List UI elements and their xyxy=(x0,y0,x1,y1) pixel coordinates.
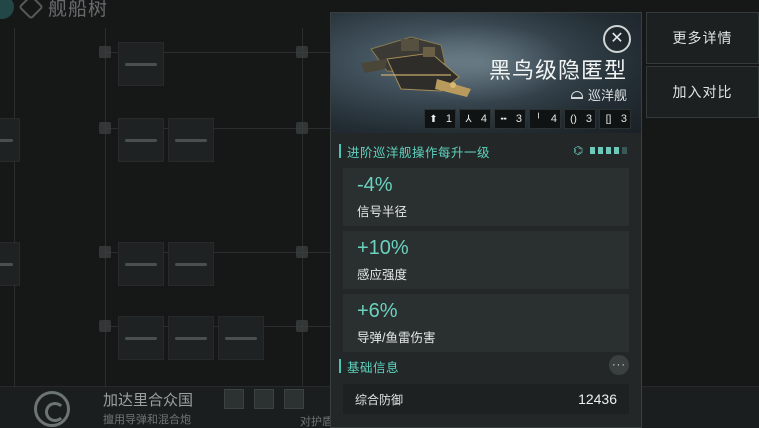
bonus-card: +6% 导弹/鱼雷伤害 xyxy=(343,294,629,352)
tree-column-line xyxy=(14,28,15,388)
ship-render-image xyxy=(361,36,471,97)
tree-node-icon xyxy=(296,320,308,332)
ship-tree-card[interactable] xyxy=(168,118,214,162)
rig-slot-icon: [] xyxy=(605,113,612,125)
bonus-label: 导弹/鱼雷伤害 xyxy=(357,331,436,345)
tree-node-icon xyxy=(99,246,111,258)
ship-detail-panel: ✕ 黑鸟级隐匿型 巡洋舰 ⬆ 1 ⅄ 4 ╍ 3 ╵ 4() 3[] 3 进阶巡洋舰操作每升一级 … xyxy=(330,12,642,428)
section-accent-bar xyxy=(339,144,341,158)
fitting-slots: ⬆ 1 ⅄ 4 ╍ 3 ╵ 4() 3[] 3 xyxy=(424,109,631,129)
ship-tree-card[interactable] xyxy=(118,242,164,286)
faction-trait-icon xyxy=(284,389,304,409)
ship-tree-card[interactable] xyxy=(118,316,164,360)
high-slot-icon: ╍ xyxy=(500,113,507,125)
slot-count: 4 xyxy=(550,113,557,125)
more-options-button[interactable]: ··· xyxy=(609,355,629,375)
cruiser-class-icon xyxy=(570,90,583,99)
fitting-slot: () 3 xyxy=(564,109,596,129)
fitting-slot: ⅄ 4 xyxy=(459,109,491,129)
ship-tree-card[interactable] xyxy=(0,242,20,286)
basic-info-title: 基础信息 xyxy=(347,360,400,375)
ship-name: 黑鸟级隐匿型 xyxy=(488,58,627,83)
skill-level-pip xyxy=(590,147,595,154)
fitting-slot: ╍ 3 xyxy=(494,109,526,129)
ship-tree-card[interactable] xyxy=(118,42,164,86)
tree-node-icon xyxy=(99,320,111,332)
info-row-label: 综合防御 xyxy=(355,392,404,407)
skill-bonus-header: 进阶巡洋舰操作每升一级 ⌬ xyxy=(339,140,633,162)
ship-tree-card[interactable] xyxy=(168,242,214,286)
bonus-value: +6% xyxy=(357,300,398,322)
slot-count: 3 xyxy=(620,113,627,125)
skill-bonus-title: 进阶巡洋舰操作每升一级 xyxy=(347,145,491,160)
fitting-slot: [] 3 xyxy=(599,109,631,129)
faction-trait-icon xyxy=(254,389,274,409)
bonus-card: +10% 感应强度 xyxy=(343,231,629,289)
ship-tree-card[interactable] xyxy=(0,118,20,162)
launcher-icon: ⅄ xyxy=(465,113,472,125)
add-to-compare-button[interactable]: 加入对比 xyxy=(646,66,759,118)
low-slot-icon: () xyxy=(570,113,577,125)
ship-tree-card[interactable] xyxy=(218,316,264,360)
bonus-label: 信号半径 xyxy=(357,205,408,219)
close-button[interactable]: ✕ xyxy=(603,25,631,53)
info-row-defense: 综合防御 12436 xyxy=(343,384,629,414)
info-row-value: 12436 xyxy=(578,391,617,407)
ship-class: 巡洋舰 xyxy=(570,85,627,104)
tree-column-line xyxy=(105,28,106,388)
slot-count: 3 xyxy=(515,113,522,125)
faction-name: 加达里合众国 xyxy=(103,392,194,409)
close-icon: ✕ xyxy=(610,30,624,47)
bonus-value: +10% xyxy=(357,237,409,259)
tree-node-icon xyxy=(296,122,308,134)
ship-class-label: 巡洋舰 xyxy=(587,88,627,103)
bonus-label: 感应强度 xyxy=(357,268,408,282)
bonus-card: -4% 信号半径 xyxy=(343,168,629,226)
page-title: 舰船树 xyxy=(48,0,109,20)
faction-description: 擅用导弹和混合炮 xyxy=(103,414,191,426)
tree-node-icon xyxy=(296,46,308,58)
turret-icon: ⬆ xyxy=(429,113,438,125)
slot-count: 3 xyxy=(585,113,592,125)
skill-icon: ⌬ xyxy=(573,145,583,157)
ship-tree-card[interactable] xyxy=(168,316,214,360)
skill-level-pip xyxy=(622,147,627,154)
fitting-slot: ⬆ 1 xyxy=(424,109,456,129)
tree-node-icon xyxy=(296,246,308,258)
more-details-button[interactable]: 更多详情 xyxy=(646,12,759,64)
skill-level-pip xyxy=(606,147,611,154)
ship-tree-card[interactable] xyxy=(118,118,164,162)
ship-tree-icon xyxy=(18,0,44,20)
page-header: 舰船树 xyxy=(0,0,108,20)
tree-node-icon xyxy=(99,46,111,58)
fitting-slot: ╵ 4 xyxy=(529,109,561,129)
tree-column-line xyxy=(302,28,303,388)
slot-count: 4 xyxy=(480,113,487,125)
skill-level-pip xyxy=(614,147,619,154)
app-logo xyxy=(0,0,14,19)
faction-trait-icon xyxy=(224,389,244,409)
bonus-value: -4% xyxy=(357,174,393,196)
mid-slot-icon: ╵ xyxy=(535,113,542,125)
faction-emblem-icon xyxy=(34,391,70,427)
skill-level-indicator: ⌬ xyxy=(573,144,627,157)
ship-hero-image: ✕ 黑鸟级隐匿型 巡洋舰 ⬆ 1 ⅄ 4 ╍ 3 ╵ 4() 3[] 3 xyxy=(331,13,641,133)
slot-count: 1 xyxy=(445,113,452,125)
tree-node-icon xyxy=(99,122,111,134)
basic-info-header: 基础信息 ··· xyxy=(339,355,633,377)
skill-level-pip xyxy=(598,147,603,154)
section-accent-bar xyxy=(339,359,341,373)
